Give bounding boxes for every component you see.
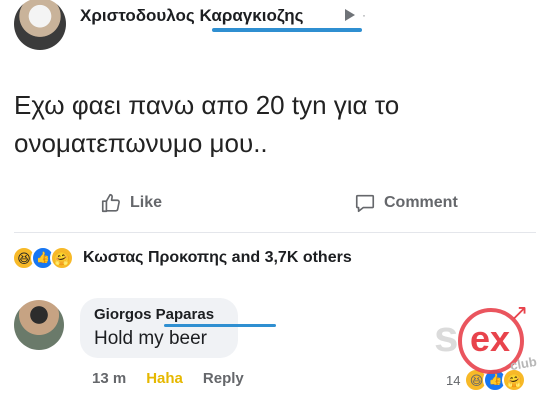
care-reaction-icon: 🤗: [50, 246, 74, 270]
like-button[interactable]: Like: [100, 192, 162, 214]
author-underline-mark: [212, 28, 362, 32]
commenter-avatar[interactable]: [14, 300, 64, 350]
comment-button[interactable]: Comment: [354, 192, 458, 214]
comment-reaction-count[interactable]: 14 😆 👍 🤗: [446, 368, 527, 392]
watermark-s-glyph: s: [434, 312, 459, 361]
post-actions: Like Comment: [0, 186, 550, 226]
post-header: Χριστοδουλος Καραγκιοζης ·: [0, 0, 550, 50]
reactions-row[interactable]: 😆 👍 🤗 Κωστας Προκοπης and 3,7K others: [12, 244, 352, 272]
watermark-circle: [458, 308, 524, 374]
comment-label: Comment: [384, 194, 458, 211]
thumbs-up-icon: [100, 192, 122, 214]
comment-bubble: Giorgos Paparas Hold my beer: [80, 298, 276, 358]
reply-button[interactable]: Reply: [203, 370, 244, 387]
post-text: Εχω φαει πανω απο 20 tyn για το ονοματεπ…: [14, 90, 400, 158]
commenter-name[interactable]: Giorgos Paparas: [94, 306, 214, 323]
comment-time: 13 m: [92, 370, 127, 387]
watermark-text: ex: [470, 318, 511, 359]
separator-dot: ·: [362, 8, 366, 22]
author-name[interactable]: Χριστοδουλος Καραγκιοζης: [80, 6, 303, 26]
reaction-count-number: 14: [446, 372, 461, 388]
watermark-arrow-icon: ↗: [510, 300, 529, 325]
care-reaction-icon: 🤗: [502, 368, 527, 392]
reactions-summary[interactable]: Κωστας Προκοπης and 3,7K others: [83, 249, 352, 267]
comment-meta: 13 m Haha Reply: [92, 370, 244, 387]
comment-text: Hold my beer: [94, 328, 207, 349]
commenter-underline-mark: [164, 324, 276, 327]
divider: [14, 232, 536, 233]
like-label: Like: [130, 194, 163, 211]
haha-button[interactable]: Haha: [146, 370, 183, 387]
comment-bubble-icon: [354, 192, 376, 214]
play-arrow-icon: [345, 9, 355, 21]
author-avatar[interactable]: [14, 0, 66, 50]
